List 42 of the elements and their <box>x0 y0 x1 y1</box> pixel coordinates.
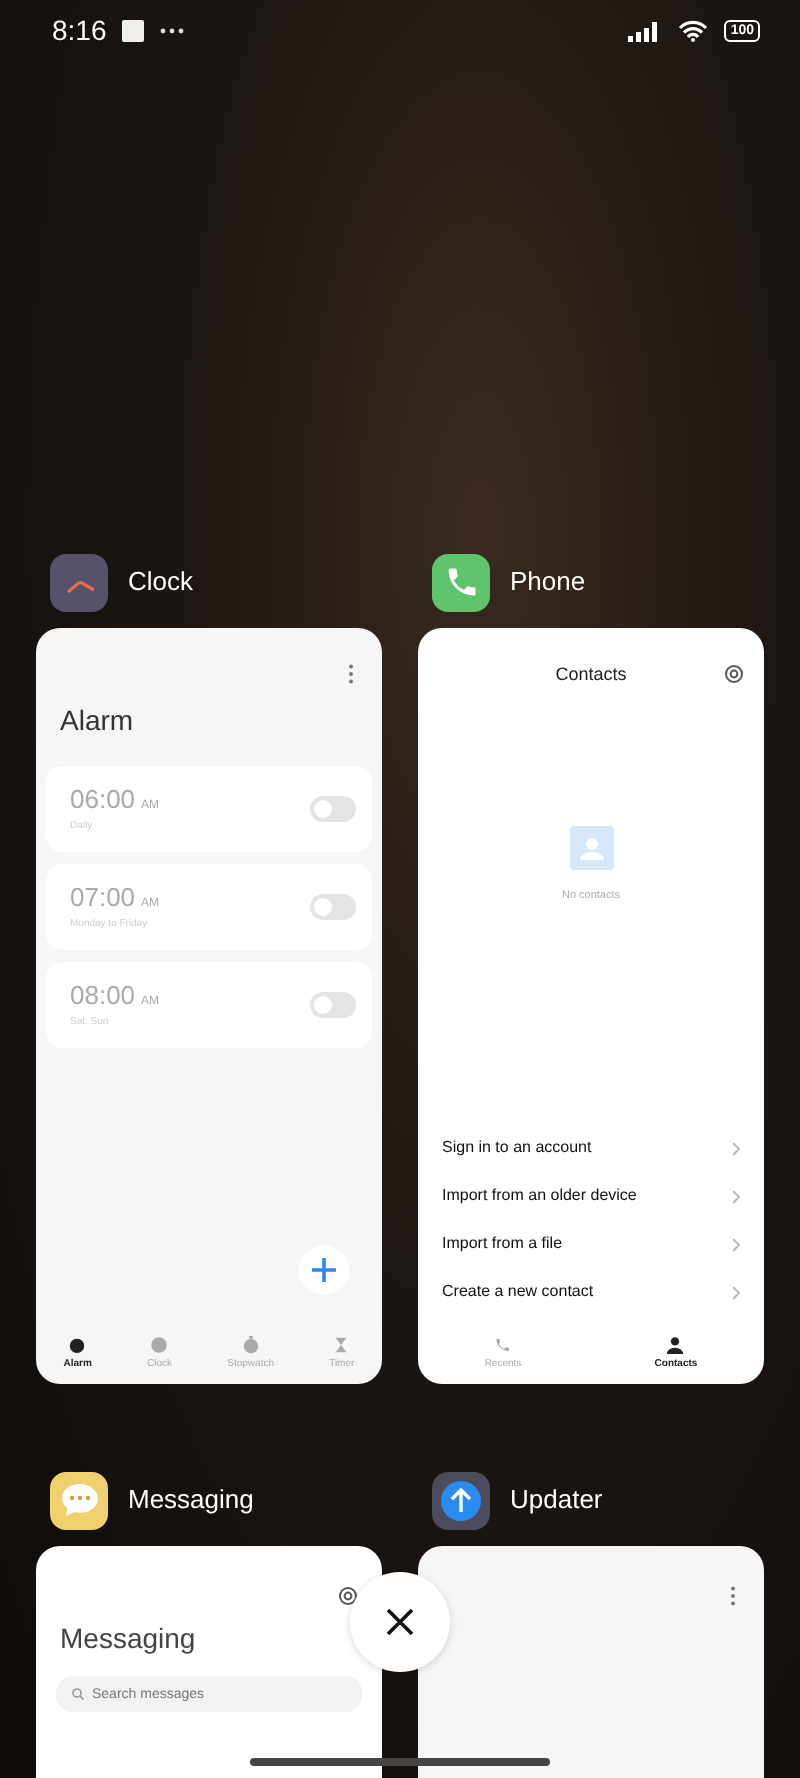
more-options-icon[interactable] <box>730 1586 736 1606</box>
chevron-right-icon <box>732 1141 740 1155</box>
signal-icon <box>628 19 663 41</box>
alarm-clock-icon <box>68 1335 87 1354</box>
hourglass-icon <box>332 1335 351 1354</box>
person-icon <box>666 1335 685 1354</box>
clock-icon <box>150 1335 169 1354</box>
contact-placeholder-icon <box>569 826 613 871</box>
screen-title: Alarm <box>58 702 136 740</box>
list-item[interactable]: Import from a file <box>418 1220 764 1268</box>
chevron-right-icon <box>732 1285 740 1299</box>
screen-title: Messaging <box>58 1620 198 1658</box>
settings-icon[interactable] <box>724 664 744 684</box>
alarm-time: 08:00 <box>70 979 136 1010</box>
toggle-switch[interactable] <box>310 992 356 1018</box>
list-item[interactable]: Create a new contact <box>418 1268 764 1316</box>
settings-icon[interactable] <box>338 1586 358 1606</box>
app-name: Clock <box>128 564 194 601</box>
add-alarm-button[interactable] <box>298 1244 350 1296</box>
stopwatch-icon <box>241 1335 260 1354</box>
phone-handset-icon[interactable] <box>432 553 490 611</box>
toggle-switch[interactable] <box>310 894 356 920</box>
close-icon <box>386 1608 414 1636</box>
up-arrow-icon[interactable] <box>432 1471 490 1529</box>
wifi-icon <box>678 19 709 41</box>
app-name: Messaging <box>128 1482 254 1519</box>
more-notifications-icon <box>160 27 185 33</box>
list-item[interactable]: Sign in to an account <box>418 1124 764 1172</box>
alarm-time: 07:00 <box>70 881 136 912</box>
chat-bubble-icon[interactable] <box>50 1471 108 1529</box>
alarm-time: 06:00 <box>70 783 136 814</box>
phone-handset-icon <box>493 1335 512 1354</box>
chevron-right-icon <box>732 1237 740 1251</box>
list-item[interactable]: Import from an older device <box>418 1172 764 1220</box>
more-options-icon[interactable] <box>348 664 354 684</box>
app-name: Updater <box>510 1482 603 1519</box>
toggle-switch[interactable] <box>310 796 356 822</box>
notification-icon <box>122 19 145 41</box>
screen-title: Contacts <box>555 662 627 689</box>
chevron-right-icon <box>732 1189 740 1203</box>
status-time: 8:16 <box>52 11 107 49</box>
app-name: Phone <box>510 564 586 601</box>
